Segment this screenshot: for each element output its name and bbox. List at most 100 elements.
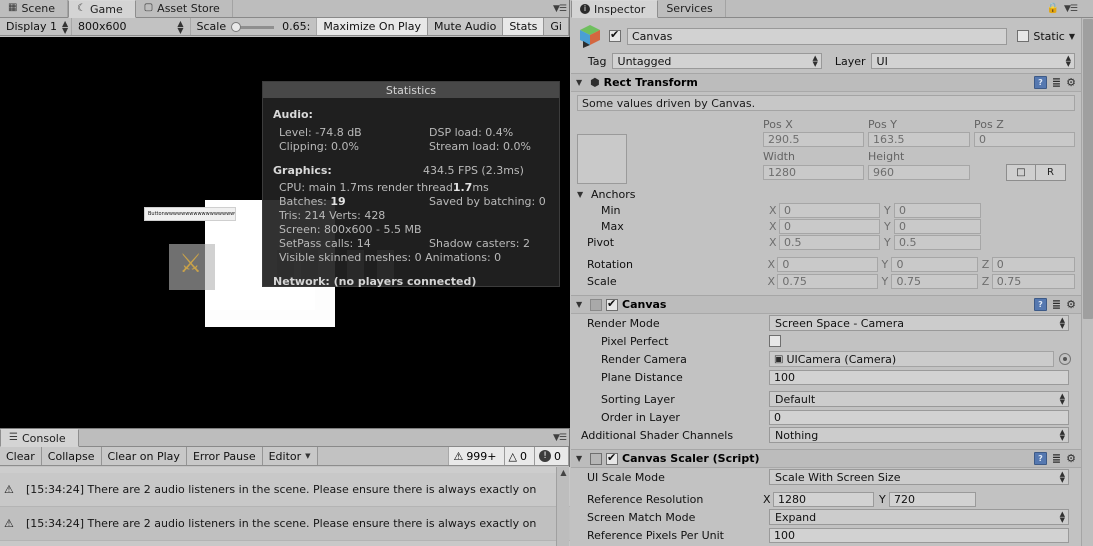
- rect-transform-header[interactable]: ▼ ⬢ Rect Transform ? ≣ ⚙: [571, 73, 1081, 92]
- error-counter[interactable]: ! 0: [535, 447, 569, 465]
- pos-y-field[interactable]: 163.5: [868, 132, 970, 147]
- anchor-max-x-field[interactable]: 0: [779, 218, 880, 234]
- rotation-z-field[interactable]: 0: [991, 257, 1076, 272]
- scroll-up-arrow-icon[interactable]: ▲: [558, 467, 569, 478]
- lock-icon[interactable]: 🔒: [1047, 3, 1059, 14]
- anchor-min-y-field[interactable]: 0: [894, 202, 981, 218]
- error-pause-button[interactable]: Error Pause: [186, 447, 263, 465]
- canvas-component-header[interactable]: ▼ Canvas ? ≣ ⚙: [571, 295, 1081, 314]
- pixel-perfect-checkbox[interactable]: [769, 335, 781, 347]
- canvas-enabled-checkbox[interactable]: [606, 297, 618, 311]
- preset-icon[interactable]: ≣: [1052, 298, 1061, 311]
- scale-z-field[interactable]: 0.75: [991, 274, 1076, 289]
- foldout-icon[interactable]: ▼: [576, 78, 586, 87]
- foldout-icon[interactable]: ▼: [576, 300, 586, 309]
- warning-count: 0: [520, 449, 527, 463]
- help-icon[interactable]: ?: [1033, 452, 1047, 465]
- reference-resolution-x-field[interactable]: 1280: [773, 491, 874, 507]
- scale-x-field[interactable]: 0.75: [777, 274, 878, 289]
- anchors-foldout-row[interactable]: ▼ Anchors: [577, 186, 1075, 202]
- display-dropdown[interactable]: Display 1 ▲ ▼: [0, 18, 72, 35]
- mute-audio-button[interactable]: Mute Audio: [428, 18, 504, 35]
- object-picker-icon[interactable]: [1059, 353, 1071, 365]
- height-field[interactable]: 960: [868, 165, 970, 180]
- resolution-dropdown[interactable]: 800x600 ▲ ▼: [72, 18, 191, 35]
- console-message-row[interactable]: ⚠ [15:34:24] There are 2 audio listeners…: [0, 473, 570, 507]
- pivot-x-field[interactable]: 0.5: [779, 235, 880, 250]
- foldout-icon[interactable]: ▼: [576, 454, 586, 463]
- scrollbar-thumb[interactable]: [1083, 19, 1093, 319]
- console-message-list[interactable]: ⚠ [15:34:24] There are 2 audio listeners…: [0, 467, 570, 546]
- ui-scale-mode-dropdown[interactable]: Scale With Screen Size ▲ ▼: [769, 469, 1069, 485]
- canvas-scaler-enabled-checkbox[interactable]: [606, 451, 618, 465]
- game-item-slot[interactable]: ⚔: [169, 244, 215, 290]
- pos-z-field[interactable]: 0: [974, 132, 1075, 147]
- additional-shader-channels-dropdown[interactable]: Nothing ▲ ▼: [769, 427, 1069, 443]
- log-counter[interactable]: ⚠ 999+: [449, 447, 505, 465]
- object-name-field[interactable]: Canvas: [627, 27, 1008, 45]
- raw-edit-mode-button[interactable]: R: [1036, 164, 1066, 181]
- rotation-y-field[interactable]: 0: [891, 257, 978, 272]
- preset-icon[interactable]: ≣: [1052, 452, 1061, 465]
- render-mode-dropdown[interactable]: Screen Space - Camera ▲ ▼: [769, 315, 1069, 331]
- console-message-row[interactable]: ⚠ [15:34:24] There are 2 audio listeners…: [0, 507, 570, 541]
- screen-match-mode-dropdown[interactable]: Expand ▲ ▼: [769, 509, 1069, 525]
- width-field[interactable]: 1280: [763, 165, 864, 180]
- plane-distance-field[interactable]: 100: [769, 369, 1069, 385]
- collapse-button[interactable]: Collapse: [41, 447, 102, 465]
- width-label: Width: [763, 150, 795, 163]
- reference-ppu-field[interactable]: 100: [769, 527, 1069, 543]
- blueprint-mode-button[interactable]: □: [1006, 164, 1036, 181]
- tab-console[interactable]: ☰ Console: [0, 429, 79, 447]
- pane-options-icon[interactable]: ▼☰: [553, 4, 567, 14]
- axis-x-label: X: [767, 275, 775, 288]
- reference-resolution-y-field[interactable]: 720: [889, 491, 976, 507]
- static-checkbox[interactable]: [1017, 30, 1030, 42]
- gizmos-button[interactable]: Gi: [544, 18, 569, 35]
- console-scrollbar[interactable]: ▲: [556, 467, 569, 546]
- game-ui-button[interactable]: Buttonwwwwwwwwwwwwwwwwwwwww: [144, 207, 236, 221]
- tab-asset-store[interactable]: ▢ Asset Store: [135, 0, 233, 17]
- chevron-down-icon[interactable]: ▼: [1069, 32, 1075, 41]
- inspector-scrollbar[interactable]: [1081, 18, 1093, 546]
- editor-dropdown[interactable]: Editor ▼: [262, 447, 318, 465]
- canvas-scaler-header[interactable]: ▼ Canvas Scaler (Script) ? ≣ ⚙: [571, 449, 1081, 468]
- tag-dropdown[interactable]: Untagged ▲ ▼: [611, 53, 822, 69]
- scale-slider-group[interactable]: Scale 0.65:: [191, 18, 318, 35]
- layer-dropdown[interactable]: UI ▲ ▼: [870, 53, 1075, 69]
- order-in-layer-field[interactable]: 0: [769, 409, 1069, 425]
- clear-on-play-button[interactable]: Clear on Play: [101, 447, 187, 465]
- pane-options-icon[interactable]: ▼☰: [1064, 4, 1078, 14]
- clear-button[interactable]: Clear: [0, 447, 42, 465]
- anchor-min-x-field[interactable]: 0: [779, 202, 880, 218]
- pivot-y-field[interactable]: 0.5: [894, 235, 981, 250]
- gear-icon[interactable]: ⚙: [1066, 452, 1076, 465]
- anchor-preset-area[interactable]: [577, 118, 763, 184]
- maximize-on-play-button[interactable]: Maximize On Play: [317, 18, 428, 35]
- preset-icon[interactable]: ≣: [1052, 76, 1061, 89]
- sorting-layer-dropdown[interactable]: Default ▲ ▼: [769, 391, 1069, 407]
- warning-counter[interactable]: △ 0: [504, 447, 535, 465]
- pane-options-icon[interactable]: ▼☰: [553, 433, 567, 443]
- anchor-preset-button[interactable]: [577, 134, 627, 184]
- scale-slider[interactable]: [231, 21, 277, 32]
- render-camera-field[interactable]: ▣ UICamera (Camera): [769, 351, 1054, 367]
- tab-game[interactable]: ☾ Game: [68, 0, 136, 18]
- help-icon[interactable]: ?: [1033, 298, 1047, 311]
- gear-icon[interactable]: ⚙: [1066, 76, 1076, 89]
- gear-icon[interactable]: ⚙: [1066, 298, 1076, 311]
- anchor-max-y-field[interactable]: 0: [894, 218, 981, 234]
- tab-scene[interactable]: ▦ Scene: [0, 0, 68, 17]
- tab-services[interactable]: Services: [658, 0, 726, 17]
- tab-inspector[interactable]: i Inspector: [571, 0, 659, 18]
- pos-x-field[interactable]: 290.5: [763, 132, 864, 147]
- object-enabled-checkbox[interactable]: [609, 28, 621, 42]
- help-icon[interactable]: ?: [1033, 76, 1047, 89]
- stats-button[interactable]: Stats: [503, 18, 545, 35]
- slider-handle[interactable]: [231, 21, 242, 32]
- foldout-icon[interactable]: ▼: [577, 190, 587, 199]
- game-viewport[interactable]: Buttonwwwwwwwwwwwwwwwwwwwww ⚔ Statistics…: [0, 37, 570, 428]
- chevron-down-icon: ▼: [305, 452, 311, 460]
- rotation-x-field[interactable]: 0: [777, 257, 878, 272]
- scale-y-field[interactable]: 0.75: [891, 274, 978, 289]
